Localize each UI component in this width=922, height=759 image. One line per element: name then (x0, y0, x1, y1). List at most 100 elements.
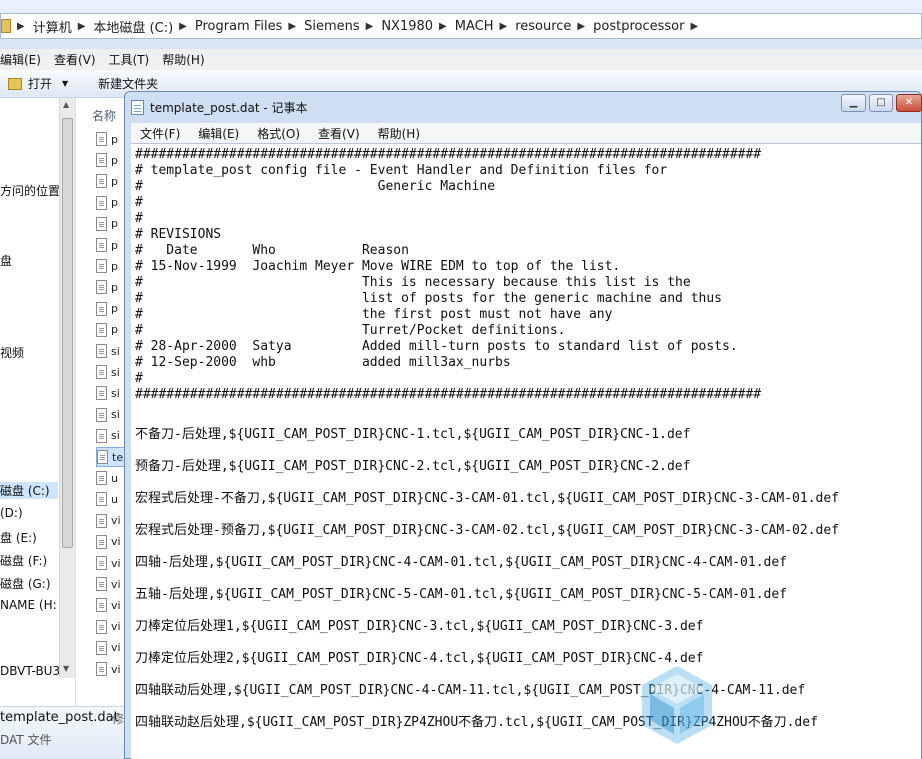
close-button[interactable]: ✕ (896, 94, 922, 112)
nav-item-recent[interactable]: 方问的位置 (0, 182, 60, 199)
file-name: p (111, 132, 118, 146)
file-name: vi (111, 556, 121, 570)
breadcrumb-item[interactable]: MACH (455, 19, 494, 34)
breadcrumb-separator-icon[interactable]: ▶ (366, 21, 374, 32)
address-box[interactable]: ▶ 计算机 ▶ 本地磁盘 (C:) ▶ Program Files ▶ Siemens ▶ NX1… (0, 13, 922, 39)
file-icon (96, 577, 107, 592)
open-button[interactable]: 打开 ▼ (8, 75, 68, 92)
file-icon (96, 301, 107, 316)
breadcrumb-separator-icon[interactable]: ▶ (17, 21, 25, 32)
file-icon (96, 280, 107, 295)
column-header-name[interactable]: 名称 (92, 107, 116, 124)
file-name: si (111, 386, 120, 400)
breadcrumb-item[interactable]: 本地磁盘 (C:) (93, 17, 173, 36)
text-editor[interactable]: ########################################… (131, 143, 921, 759)
menu-edit[interactable]: 编辑(E) (198, 125, 239, 142)
maximize-button[interactable]: □ (869, 94, 893, 112)
file-name: vi (111, 620, 121, 634)
post-entry-line: 不备刀-后处理,${UGII_CAM_POST_DIR}CNC-1.tcl,${… (135, 427, 691, 442)
text-line: # 15-Nov-1999 Joachim Meyer Move WIRE ED… (135, 259, 621, 274)
scroll-thumb[interactable] (62, 118, 73, 548)
file-name: u (111, 492, 118, 506)
breadcrumb-separator-icon[interactable]: ▶ (499, 21, 507, 32)
text-line: # Turret/Pocket definitions. (135, 323, 566, 338)
nav-item-drive-e[interactable]: 盘 (E:) (0, 529, 37, 546)
details-modified-label: 修 (112, 712, 125, 726)
file-icon (96, 556, 107, 570)
file-icon (96, 365, 107, 380)
nav-item-drive-c[interactable]: 磁盘 (C:) (0, 482, 58, 499)
nav-item-disk[interactable]: 盘 (0, 252, 12, 269)
file-icon (96, 407, 107, 422)
nav-item-drive-f[interactable]: 磁盘 (F:) (0, 552, 47, 569)
file-icon (97, 450, 108, 464)
file-icon (96, 471, 107, 486)
nav-item-videos[interactable]: 视频 (0, 344, 24, 361)
nav-item-drive-bu3[interactable]: DBVT-BU3 (0, 664, 60, 678)
nav-item-drive-h[interactable]: NAME (H: (0, 598, 57, 612)
breadcrumb-item[interactable]: Program Files (195, 19, 283, 34)
text-line: # the first post must not have any (135, 307, 613, 322)
breadcrumb-item[interactable]: NX1980 (381, 19, 433, 34)
breadcrumb-item[interactable]: Siemens (304, 19, 360, 34)
text-line: # (135, 195, 143, 210)
menu-edit[interactable]: 编辑(E) (0, 51, 41, 68)
breadcrumb-separator-icon[interactable]: ▶ (439, 21, 447, 32)
post-entry-line: 刀棒定位后处理1,${UGII_CAM_POST_DIR}CNC-3.tcl,$… (135, 619, 704, 634)
minimize-button[interactable]: ▁ (841, 94, 866, 112)
open-folder-icon (8, 77, 22, 90)
scroll-down-icon[interactable]: ▼ (63, 664, 69, 673)
scroll-up-icon[interactable]: ▲ (63, 100, 69, 109)
menu-format[interactable]: 格式(O) (257, 125, 300, 142)
file-name: p (111, 323, 118, 337)
notepad-title-bar[interactable]: template_post.dat - 记事本 (131, 97, 308, 117)
file-icon (96, 428, 107, 443)
menu-view[interactable]: 查看(V) (54, 51, 96, 68)
file-name: si (111, 365, 120, 379)
file-icon (96, 344, 107, 358)
file-name: vi (111, 514, 121, 528)
text-content[interactable]: ########################################… (135, 147, 921, 739)
navigation-pane: 方问的位置 盘 视频 磁盘 (C:) (D:) 盘 (E:) 磁盘 (F:) 磁… (0, 98, 76, 706)
details-pane: template_post.dat 修 DAT 文件 (0, 706, 130, 759)
menu-help[interactable]: 帮助(H) (162, 51, 204, 68)
file-name: p (111, 153, 118, 167)
chevron-down-icon[interactable]: ▼ (62, 79, 68, 88)
file-icon (96, 259, 107, 274)
nav-scrollbar[interactable]: ▲ ▼ (59, 98, 75, 678)
breadcrumb-separator-icon[interactable]: ▶ (288, 21, 296, 32)
post-entry-line: 五轴-后处理,${UGII_CAM_POST_DIR}CNC-5-CAM-01.… (135, 587, 787, 602)
file-name: si (111, 344, 120, 358)
menu-file[interactable]: 文件(F) (140, 125, 180, 142)
post-entry-line: 预备刀-后处理,${UGII_CAM_POST_DIR}CNC-2.tcl,${… (135, 459, 691, 474)
menu-help[interactable]: 帮助(H) (378, 125, 420, 142)
file-icon (96, 216, 107, 231)
open-label: 打开 (28, 77, 53, 91)
notepad-menu-bar: 文件(F) 编辑(E) 格式(O) 查看(V) 帮助(H) (131, 123, 921, 143)
breadcrumb-separator-icon[interactable]: ▶ (78, 21, 86, 32)
breadcrumb-item[interactable]: resource (515, 19, 571, 34)
notepad-window: template_post.dat - 记事本 ▁ □ ✕ 文件(F) 编辑(E… (124, 91, 922, 759)
text-line: # REVISIONS (135, 227, 222, 242)
breadcrumb-separator-icon[interactable]: ▶ (577, 21, 585, 32)
breadcrumb-separator-icon[interactable]: ▶ (690, 21, 698, 32)
nav-item-drive-g[interactable]: 磁盘 (G:) (0, 575, 51, 592)
file-name: te (112, 450, 124, 464)
details-file-name: template_post.dat (0, 710, 119, 725)
breadcrumb-item[interactable]: postprocessor (593, 19, 684, 34)
post-entry-line: 宏程式后处理-预备刀,${UGII_CAM_POST_DIR}CNC-3-CAM… (135, 523, 839, 538)
menu-tools[interactable]: 工具(T) (109, 51, 150, 68)
new-folder-button[interactable]: 新建文件夹 (98, 75, 158, 92)
file-icon (96, 195, 107, 210)
file-name: vi (111, 641, 121, 655)
breadcrumb-item[interactable]: 计算机 (33, 17, 72, 36)
file-icon (96, 153, 107, 168)
watermark-logo (642, 666, 712, 744)
menu-view[interactable]: 查看(V) (318, 125, 360, 142)
nav-item-drive-d[interactable]: (D:) (0, 506, 23, 520)
post-entry-line: 宏程式后处理-不备刀,${UGII_CAM_POST_DIR}CNC-3-CAM… (135, 491, 839, 506)
breadcrumb-separator-icon[interactable]: ▶ (179, 21, 187, 32)
file-name: p (111, 302, 118, 316)
file-name: p (111, 280, 118, 294)
folder-icon (1, 19, 11, 33)
